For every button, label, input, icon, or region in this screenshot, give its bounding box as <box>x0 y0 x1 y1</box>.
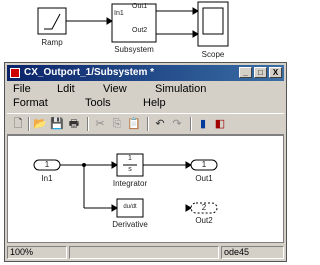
print-icon[interactable]: 🖶 <box>67 117 81 131</box>
maximize-button[interactable]: □ <box>254 67 267 78</box>
out2-port-number: 2 <box>201 203 207 212</box>
toolbar: 🗋 📂 💾 🖶 ✂ ⎘ 📋 ↶ ↷ ▮ ◧ <box>7 113 284 135</box>
menu-edit[interactable]: Ldit <box>57 83 75 95</box>
arrowhead <box>192 30 199 38</box>
minimize-button[interactable]: _ <box>239 67 252 78</box>
solver-name: ode45 <box>221 246 284 259</box>
menu-bar: File Ldit View Simulation Format Tools H… <box>7 82 284 112</box>
window-title: CX_Outport_1/Subsystem * <box>24 67 155 78</box>
zoom-level: 100% <box>7 246 67 259</box>
build-icon[interactable]: ▮ <box>196 117 210 131</box>
subsystem-window: CX_Outport_1/Subsystem * _ □ X File Ldit… <box>4 62 287 262</box>
subsystem-label: Subsystem <box>114 45 154 54</box>
branch-point <box>82 163 86 167</box>
diagram-canvas[interactable]: 1 In1 1 s Integrator 1 Out1 du/dt Deriva… <box>7 135 284 243</box>
undo-icon[interactable]: ↶ <box>153 117 167 131</box>
scope-label: Scope <box>201 50 225 59</box>
open-folder-icon[interactable]: 📂 <box>33 117 47 131</box>
copy-icon[interactable]: ⎘ <box>110 117 124 131</box>
save-icon[interactable]: 💾 <box>50 117 64 131</box>
menu-simulation[interactable]: Simulation <box>155 83 206 95</box>
toolbar-separator <box>87 117 89 131</box>
paste-icon[interactable]: 📋 <box>127 117 141 131</box>
redo-icon[interactable]: ↷ <box>170 117 184 131</box>
integrator-label: Integrator <box>112 179 148 188</box>
new-file-icon[interactable]: 🗋 <box>11 117 25 131</box>
simulink-app-icon <box>10 68 20 78</box>
arrowhead <box>106 17 113 25</box>
ramp-block[interactable] <box>37 7 67 35</box>
menu-view[interactable]: View <box>103 83 127 95</box>
arrowhead <box>192 7 199 15</box>
integrator-numerator: 1 <box>128 155 132 162</box>
out1-port-number: 1 <box>201 160 207 169</box>
out2-label: Out2 <box>195 216 213 225</box>
toolbar-separator <box>147 117 149 131</box>
derivative-symbol: du/dt <box>123 204 137 210</box>
menu-file[interactable]: File <box>13 83 31 95</box>
ramp-label: Ramp <box>41 38 63 47</box>
integrator-denominator: s <box>128 166 132 173</box>
in1-label: In1 <box>41 174 53 183</box>
toolbar-separator <box>190 117 192 131</box>
subsystem-port-out1: Out1 <box>132 3 148 10</box>
menu-help[interactable]: Help <box>143 97 166 109</box>
in1-port-number: 1 <box>44 160 50 169</box>
close-button[interactable]: X <box>269 67 282 78</box>
status-message <box>69 246 219 259</box>
subsystem-port-out2: Out2 <box>132 27 148 34</box>
subsystem-port-in1: In1 <box>114 10 124 17</box>
library-icon[interactable]: ◧ <box>213 117 227 131</box>
derivative-label: Derivative <box>112 220 148 229</box>
status-bar: 100% ode45 <box>7 246 284 260</box>
toolbar-separator <box>28 117 30 131</box>
title-bar[interactable]: CX_Outport_1/Subsystem * _ □ X <box>7 65 284 81</box>
menu-format[interactable]: Format <box>13 97 48 109</box>
out1-label: Out1 <box>195 174 213 183</box>
cut-icon[interactable]: ✂ <box>93 117 107 131</box>
menu-tools[interactable]: Tools <box>85 97 111 109</box>
